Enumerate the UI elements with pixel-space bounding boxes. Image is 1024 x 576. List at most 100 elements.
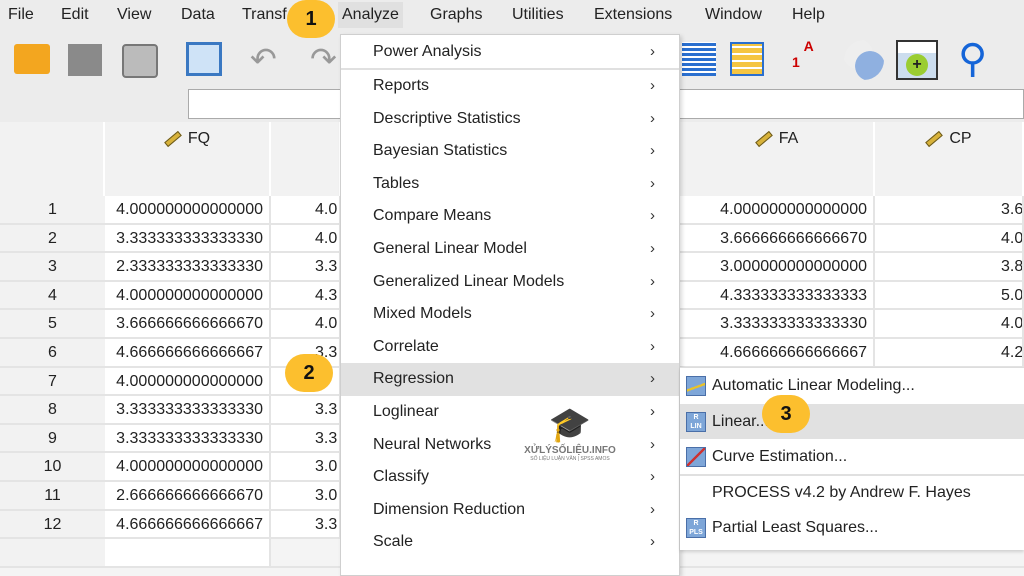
submenu-item-curve-estimation[interactable]: Curve Estimation... [680, 439, 1024, 474]
cell-fq[interactable]: 4.000000000000000 [105, 367, 271, 395]
submenu-item-linear[interactable]: R LIN Linear... [680, 403, 1024, 439]
row-number[interactable]: 7 [0, 367, 105, 395]
cell-fq[interactable]: 3.333333333333330 [105, 396, 271, 423]
data-grid-icon[interactable] [682, 42, 716, 76]
save-icon[interactable] [68, 44, 102, 76]
column-header-fq[interactable]: FQ [105, 122, 271, 196]
cell-c2[interactable]: 3.3 [271, 253, 341, 280]
cell-c2[interactable]: 4.3 [271, 281, 341, 309]
use-sets-icon[interactable] [844, 40, 884, 80]
menu-help[interactable]: Help [792, 6, 825, 24]
menu-item-bayesian-statistics[interactable]: Bayesian Statistics › [341, 135, 679, 168]
chevron-right-icon: › [650, 337, 655, 355]
cell-fa[interactable]: 4.000000000000000 [680, 196, 875, 223]
variables-grid-icon[interactable] [730, 42, 764, 76]
menu-item-tables[interactable]: Tables › [341, 168, 679, 201]
cell-fq[interactable]: 3.333333333333330 [105, 224, 271, 252]
watermark-logo: 🎓 XỬLÝSỐLIỆU.INFO SỐ LIỆU LUẬN VĂN | SPS… [510, 405, 630, 462]
cell-fq[interactable]: 3.333333333333330 [105, 424, 271, 452]
cell-cp[interactable]: 4.2 [875, 339, 1024, 366]
chevron-right-icon: › [650, 109, 655, 127]
cell-fq[interactable]: 2.333333333333330 [105, 253, 271, 280]
submenu-item-process-v4-2-by-andrew-f-hayes[interactable]: PROCESS v4.2 by Andrew F. Hayes [680, 475, 1024, 510]
dialog-recall-icon[interactable] [186, 42, 222, 76]
cell-c2[interactable]: 3.3 [271, 396, 341, 423]
menu-data[interactable]: Data [181, 6, 215, 24]
print-icon[interactable] [122, 44, 158, 78]
menu-item-regression[interactable]: Regression › [341, 363, 679, 396]
cell-c2[interactable]: 3.3 [271, 510, 341, 538]
row-number[interactable]: 10 [0, 453, 105, 480]
cell-fq[interactable]: 2.666666666666670 [105, 482, 271, 509]
column-name: FQ [187, 130, 211, 147]
menu-item-general-linear-model[interactable]: General Linear Model › [341, 233, 679, 266]
cell-fa[interactable]: 3.333333333333330 [680, 310, 875, 337]
menu-transf[interactable]: Transf [242, 6, 287, 24]
row-number[interactable] [0, 539, 105, 566]
menu-item-mixed-models[interactable]: Mixed Models › [341, 298, 679, 331]
menu-item-dimension-reduction[interactable]: Dimension Reduction › [341, 494, 679, 527]
cell-cp[interactable]: 3.6 [875, 196, 1024, 223]
menu-item-correlate[interactable]: Correlate › [341, 331, 679, 364]
row-number[interactable]: 2 [0, 224, 105, 252]
row-number[interactable]: 12 [0, 510, 105, 538]
cell-fq[interactable]: 3.666666666666670 [105, 310, 271, 337]
cell-c2[interactable]: 4.0 [271, 196, 341, 223]
menu-analyze[interactable]: Analyze [338, 2, 403, 28]
undo-icon[interactable]: ↶ [250, 43, 288, 82]
menu-utilities[interactable]: Utilities [512, 6, 564, 24]
submenu-item-partial-least-squares[interactable]: R PLS Partial Least Squares... [680, 510, 1024, 545]
menu-item-descriptive-statistics[interactable]: Descriptive Statistics › [341, 103, 679, 136]
menu-item-scale[interactable]: Scale › [341, 526, 679, 559]
menu-item-compare-means[interactable]: Compare Means › [341, 200, 679, 233]
cell-fq[interactable]: 4.000000000000000 [105, 281, 271, 309]
row-number[interactable]: 3 [0, 253, 105, 280]
menu-item-reports[interactable]: Reports › [341, 70, 679, 103]
search-icon[interactable]: ⚲ [958, 36, 996, 81]
cell-fq[interactable]: 4.000000000000000 [105, 196, 271, 223]
row-number[interactable]: 11 [0, 482, 105, 509]
row-number[interactable]: 9 [0, 424, 105, 452]
row-number[interactable]: 8 [0, 396, 105, 423]
column-header[interactable] [271, 122, 341, 196]
menu-item-classify[interactable]: Classify › [341, 461, 679, 494]
cell-fq[interactable]: 4.000000000000000 [105, 453, 271, 480]
chevron-right-icon: › [650, 240, 655, 257]
value-labels-icon[interactable]: A1 [792, 38, 830, 76]
cell-fq[interactable]: 4.666666666666667 [105, 510, 271, 538]
column-header-cp[interactable]: CP [875, 122, 1024, 196]
cell-fa[interactable]: 4.666666666666667 [680, 339, 875, 366]
menu-file[interactable]: File [8, 6, 34, 24]
menu-extensions[interactable]: Extensions [594, 6, 672, 24]
add-icon[interactable]: + [896, 40, 938, 80]
cell-fq[interactable]: 4.666666666666667 [105, 339, 271, 366]
cell-c2[interactable]: 4.0 [271, 224, 341, 252]
cell-cp[interactable]: 5.0 [875, 281, 1024, 309]
menu-graphs[interactable]: Graphs [430, 6, 482, 24]
cell-cp[interactable]: 3.8 [875, 253, 1024, 280]
open-folder-icon[interactable] [14, 44, 50, 74]
cell-cp[interactable]: 4.0 [875, 310, 1024, 337]
submenu-item-label: Curve Estimation... [712, 448, 848, 465]
submenu-item-automatic-linear-modeling[interactable]: Automatic Linear Modeling... [680, 368, 1024, 403]
menu-window[interactable]: Window [705, 6, 762, 24]
cell-fq[interactable] [105, 539, 271, 566]
row-number[interactable]: 6 [0, 339, 105, 366]
cell-c2[interactable]: 3.0 [271, 482, 341, 509]
cell-fa[interactable]: 3.000000000000000 [680, 253, 875, 280]
row-number[interactable]: 5 [0, 310, 105, 337]
cell-fa[interactable]: 4.333333333333333 [680, 281, 875, 309]
cell-c2[interactable]: 3.3 [271, 424, 341, 452]
row-number[interactable]: 4 [0, 281, 105, 309]
column-header-fa[interactable]: FA [680, 122, 875, 196]
cell-c2[interactable]: 3.0 [271, 453, 341, 480]
menu-item-generalized-linear-models[interactable]: Generalized Linear Models › [341, 266, 679, 299]
cell-cp[interactable]: 4.0 [875, 224, 1024, 252]
menu-edit[interactable]: Edit [61, 6, 89, 24]
menu-view[interactable]: View [117, 6, 151, 24]
cell-fa[interactable]: 3.666666666666670 [680, 224, 875, 252]
row-number[interactable]: 1 [0, 196, 105, 223]
chevron-right-icon: › [650, 403, 655, 420]
menu-item-power-analysis[interactable]: Power Analysis › [341, 36, 679, 69]
cell-c2[interactable]: 4.0 [271, 310, 341, 337]
